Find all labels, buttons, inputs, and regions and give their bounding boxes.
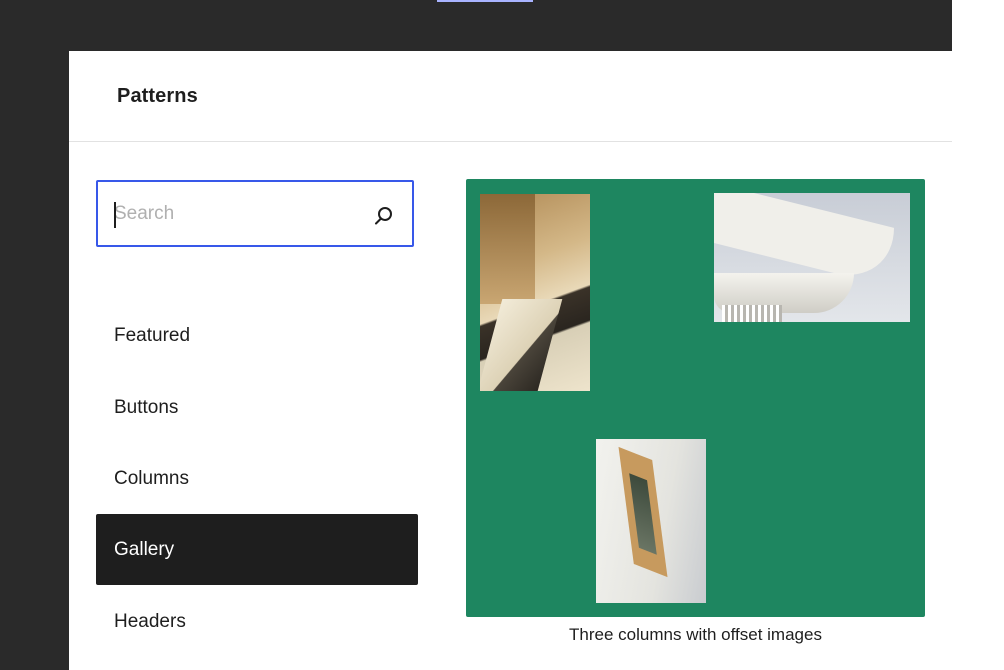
category-columns[interactable]: Columns bbox=[96, 443, 418, 514]
category-headers[interactable]: Headers bbox=[96, 586, 418, 657]
pattern-preview-card[interactable] bbox=[466, 179, 925, 617]
editor-canvas-edge bbox=[952, 0, 1004, 670]
architecture-image-1 bbox=[480, 194, 590, 391]
category-featured[interactable]: Featured bbox=[96, 300, 418, 371]
architecture-image-3 bbox=[596, 439, 706, 603]
editor-screen: Patterns Featured Buttons Columns Galler… bbox=[0, 0, 1004, 670]
search-field[interactable] bbox=[96, 180, 414, 247]
modal-title: Patterns bbox=[117, 85, 198, 107]
search-icon[interactable] bbox=[372, 204, 396, 228]
modal-header: Patterns bbox=[69, 51, 952, 142]
search-input[interactable] bbox=[114, 182, 354, 245]
architecture-image-2 bbox=[714, 193, 910, 322]
category-buttons[interactable]: Buttons bbox=[96, 372, 418, 443]
category-gallery[interactable]: Gallery bbox=[96, 514, 418, 585]
text-caret bbox=[114, 202, 116, 228]
patterns-modal: Patterns Featured Buttons Columns Galler… bbox=[69, 51, 952, 670]
pattern-caption: Three columns with offset images bbox=[569, 625, 822, 644]
toolbar-highlight bbox=[437, 0, 533, 2]
